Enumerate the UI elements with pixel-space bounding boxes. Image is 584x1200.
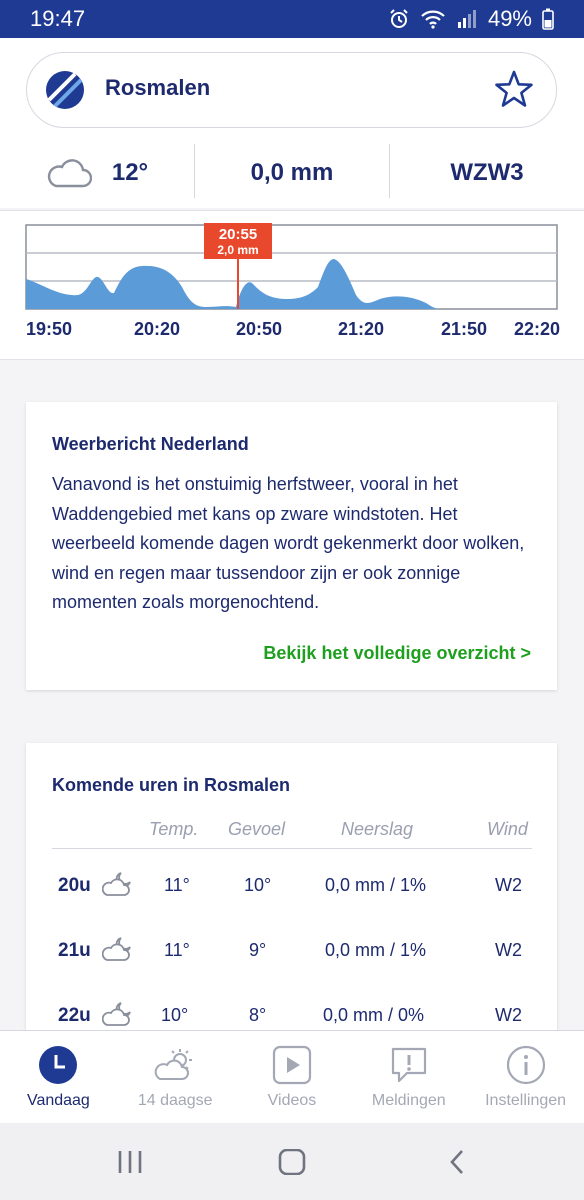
alarm-icon <box>390 9 408 28</box>
time-tick-label: 20:20 <box>134 319 180 339</box>
signal-icon <box>457 10 476 28</box>
alert-bubble-icon <box>391 1047 426 1083</box>
row-temp: 10° <box>161 1005 189 1025</box>
nav-vandaag[interactable]: Vandaag <box>0 1031 117 1123</box>
row-wind: W2 <box>495 875 522 895</box>
summary-temperature: 12° <box>0 138 194 208</box>
header-feel: Gevoel <box>228 819 286 839</box>
back-icon <box>450 1150 463 1174</box>
status-icons: 49% <box>388 6 554 32</box>
moon-cloud-icon <box>102 937 131 961</box>
row-wind: W2 <box>495 940 522 960</box>
table-header: Temp. Gevoel Neerslag Wind <box>26 819 557 849</box>
current-rain: 0,0 mm <box>250 159 334 186</box>
marker-amount: 2,0 mm <box>217 243 258 257</box>
report-text: Vanavond is het onstuimig herfstweer, vo… <box>52 474 525 612</box>
nav-label: Vandaag <box>26 1092 90 1109</box>
moon-cloud-icon <box>102 1002 131 1026</box>
clock-icon <box>39 1046 78 1084</box>
header-wind: Wind <box>487 819 528 839</box>
row-feel: 8° <box>249 1005 267 1025</box>
recent-apps-icon <box>118 1151 142 1173</box>
moon-cloud-icon <box>102 872 131 896</box>
row-hour: 20u <box>58 875 91 896</box>
battery-percentage: 49% <box>487 6 532 31</box>
row-rain: 0,0 mm / 1% <box>325 940 427 960</box>
summary-rain: 0,0 mm <box>195 138 389 208</box>
nav-videos[interactable]: Videos <box>234 1031 351 1123</box>
wifi-icon <box>421 10 445 29</box>
nav-label: Meldingen <box>371 1092 446 1109</box>
row-hour: 22u <box>58 1005 91 1026</box>
sun-cloud-icon <box>154 1049 193 1080</box>
home-icon <box>278 1148 306 1176</box>
rain-radar-panel[interactable]: 20:55 2,0 mm 19:50 20:20 20:50 21:20 21:50 22… <box>0 210 584 360</box>
header-temp: Temp. <box>149 819 199 839</box>
row-feel: 9° <box>249 940 267 960</box>
table-row: 21u 11° 9° 0,0 mm / 1% W2 <box>26 932 557 972</box>
nav-instellingen[interactable]: Instellingen <box>467 1031 584 1123</box>
hourly-forecast-card: Komende uren in Rosmalen Temp. Gevoel Ne… <box>26 743 557 1043</box>
time-axis: 19:50 20:20 20:50 21:20 21:50 22:20 <box>26 319 560 339</box>
app-logo-icon <box>46 71 84 109</box>
nav-label: Videos <box>267 1092 317 1109</box>
play-icon <box>272 1045 312 1085</box>
report-title: Weerbericht Nederland <box>52 434 249 454</box>
row-wind: W2 <box>495 1005 522 1025</box>
weather-report-card: Weerbericht Nederland Vanavond is het on… <box>26 402 557 690</box>
nav-meldingen[interactable]: Meldingen <box>350 1031 467 1123</box>
hourly-title: Komende uren in Rosmalen <box>52 775 291 795</box>
back-button[interactable] <box>444 1149 472 1180</box>
battery-icon <box>542 8 554 30</box>
header-divider <box>52 848 532 849</box>
header: Rosmalen 12° 0,0 mm WZW3 <box>0 38 584 208</box>
row-rain: 0,0 mm / 1% <box>325 875 427 895</box>
table-row: 20u 11° 10° 0,0 mm / 1% W2 <box>26 867 557 907</box>
time-tick-label: 21:50 <box>441 319 487 339</box>
rain-area <box>26 259 440 309</box>
cloud-icon <box>47 159 92 188</box>
report-overview-link[interactable]: Bekijk het volledige overzicht > <box>263 643 531 664</box>
row-hour: 21u <box>58 940 91 961</box>
status-time: 19:47 <box>30 6 86 31</box>
time-tick-label: 20:50 <box>236 319 282 339</box>
header-rain: Neerslag <box>341 819 414 839</box>
status-bar: 19:47 49% <box>0 0 584 38</box>
current-temperature: 12° <box>111 159 149 186</box>
current-summary: 12° 0,0 mm WZW3 <box>0 138 584 208</box>
summary-wind: WZW3 <box>390 138 584 208</box>
current-wind: WZW3 <box>450 159 524 186</box>
row-rain: 0,0 mm / 0% <box>323 1005 425 1025</box>
rain-radar-chart: 20:55 2,0 mm 19:50 20:20 20:50 21:20 21:50 22… <box>25 223 560 339</box>
location-name: Rosmalen <box>105 75 211 100</box>
bottom-navigation: Vandaag 14 daagse Videos Meldingen Inste… <box>0 1030 584 1123</box>
info-icon <box>506 1045 545 1085</box>
system-navigation-bar <box>0 1123 584 1200</box>
time-tick-label: 21:20 <box>338 319 384 339</box>
favorite-star-icon[interactable] <box>494 69 534 109</box>
nav-14-daagse[interactable]: 14 daagse <box>117 1031 234 1123</box>
nav-label: 14 daagse <box>137 1092 213 1109</box>
time-tick-label: 22:20 <box>514 319 560 339</box>
row-temp: 11° <box>164 940 190 960</box>
nav-label: Instellingen <box>485 1092 567 1109</box>
time-tick-label: 19:50 <box>26 319 72 339</box>
home-button[interactable] <box>278 1148 306 1180</box>
row-temp: 11° <box>164 875 190 895</box>
row-feel: 10° <box>244 875 272 895</box>
location-bar[interactable]: Rosmalen <box>26 52 557 128</box>
recent-apps-button[interactable] <box>116 1149 144 1180</box>
marker-time: 20:55 <box>219 226 257 243</box>
